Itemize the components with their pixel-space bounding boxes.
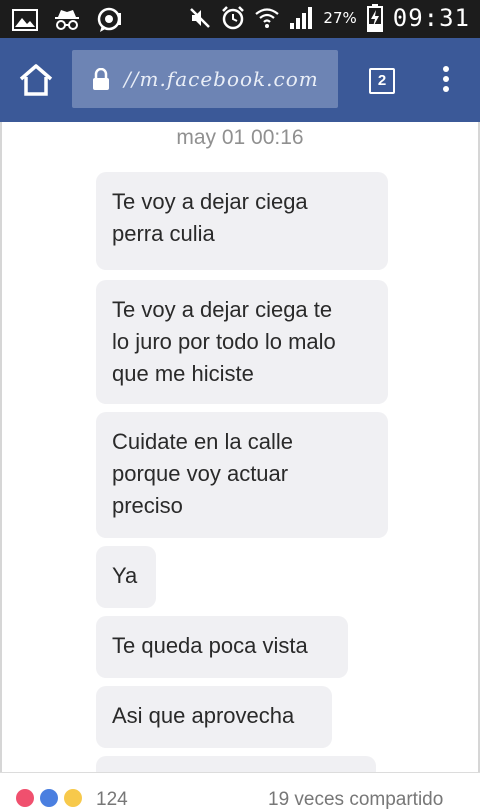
menu-dot-icon bbox=[443, 76, 449, 82]
share-count[interactable]: 19 veces compartido bbox=[268, 789, 443, 811]
menu-dot-icon bbox=[443, 86, 449, 92]
message-bubble[interactable]: Te voy a dejar ciega perra culia bbox=[96, 172, 388, 270]
incognito-icon bbox=[52, 8, 82, 32]
messenger-icon bbox=[96, 7, 124, 33]
haha-reaction-icon bbox=[64, 789, 82, 807]
battery-charging-icon bbox=[366, 4, 383, 32]
message-line: Te queda poca vista bbox=[112, 633, 308, 658]
home-button[interactable] bbox=[18, 63, 54, 97]
message-line: lo juro por todo lo malo bbox=[112, 329, 336, 354]
like-reaction-icon bbox=[40, 789, 58, 807]
reaction-count[interactable]: 124 bbox=[96, 789, 128, 811]
message-bubble[interactable]: Cuidate en la calle porque voy actuar pr… bbox=[96, 412, 388, 538]
message-line: Cuidate en la calle bbox=[112, 429, 294, 454]
battery-percent: 27% bbox=[323, 9, 357, 27]
message-line: Ya bbox=[112, 563, 138, 588]
home-icon bbox=[19, 64, 53, 96]
gallery-icon bbox=[12, 9, 38, 31]
browser-toolbar: //m.facebook.com 2 bbox=[0, 38, 480, 122]
signal-icon bbox=[289, 6, 313, 30]
message-bubble[interactable]: Te queda poca vista bbox=[96, 616, 348, 678]
conversation: may 01 00:16 Te voy a dejar ciega perra … bbox=[0, 122, 480, 772]
tab-switcher-button[interactable]: 2 bbox=[369, 68, 395, 94]
frame-border-left bbox=[0, 122, 2, 772]
clock: 09:31 bbox=[392, 4, 470, 32]
message-line: porque voy actuar bbox=[112, 461, 289, 486]
alarm-icon bbox=[221, 6, 245, 30]
mute-icon bbox=[189, 7, 211, 29]
overflow-menu-button[interactable] bbox=[438, 66, 454, 96]
message-line: Te voy a dejar ciega bbox=[112, 189, 308, 214]
post-footer: 124 19 veces compartido bbox=[0, 772, 480, 810]
message-line: preciso bbox=[112, 493, 183, 518]
message-bubble[interactable]: Te voy a dejar ciega te lo juro por todo… bbox=[96, 280, 388, 404]
message-line: Te voy a dejar ciega te bbox=[112, 297, 333, 322]
message-bubble[interactable]: Ya bbox=[96, 546, 156, 608]
message-timestamp: may 01 00:16 bbox=[176, 126, 304, 149]
message-line: perra culia bbox=[112, 221, 215, 246]
wifi-icon bbox=[255, 6, 280, 30]
message-line: Asi que aprovecha bbox=[112, 703, 295, 728]
message-bubble[interactable]: Asi que aprovecha bbox=[96, 686, 332, 748]
message-bubble-partial[interactable] bbox=[96, 756, 376, 772]
menu-dot-icon bbox=[443, 66, 449, 72]
love-reaction-icon bbox=[16, 789, 34, 807]
url-text: //m.facebook.com bbox=[124, 67, 319, 91]
lock-icon bbox=[92, 67, 110, 90]
status-bar: 27% 09:31 bbox=[0, 0, 480, 38]
address-bar[interactable]: //m.facebook.com bbox=[72, 50, 338, 108]
message-line: que me hiciste bbox=[112, 361, 254, 386]
